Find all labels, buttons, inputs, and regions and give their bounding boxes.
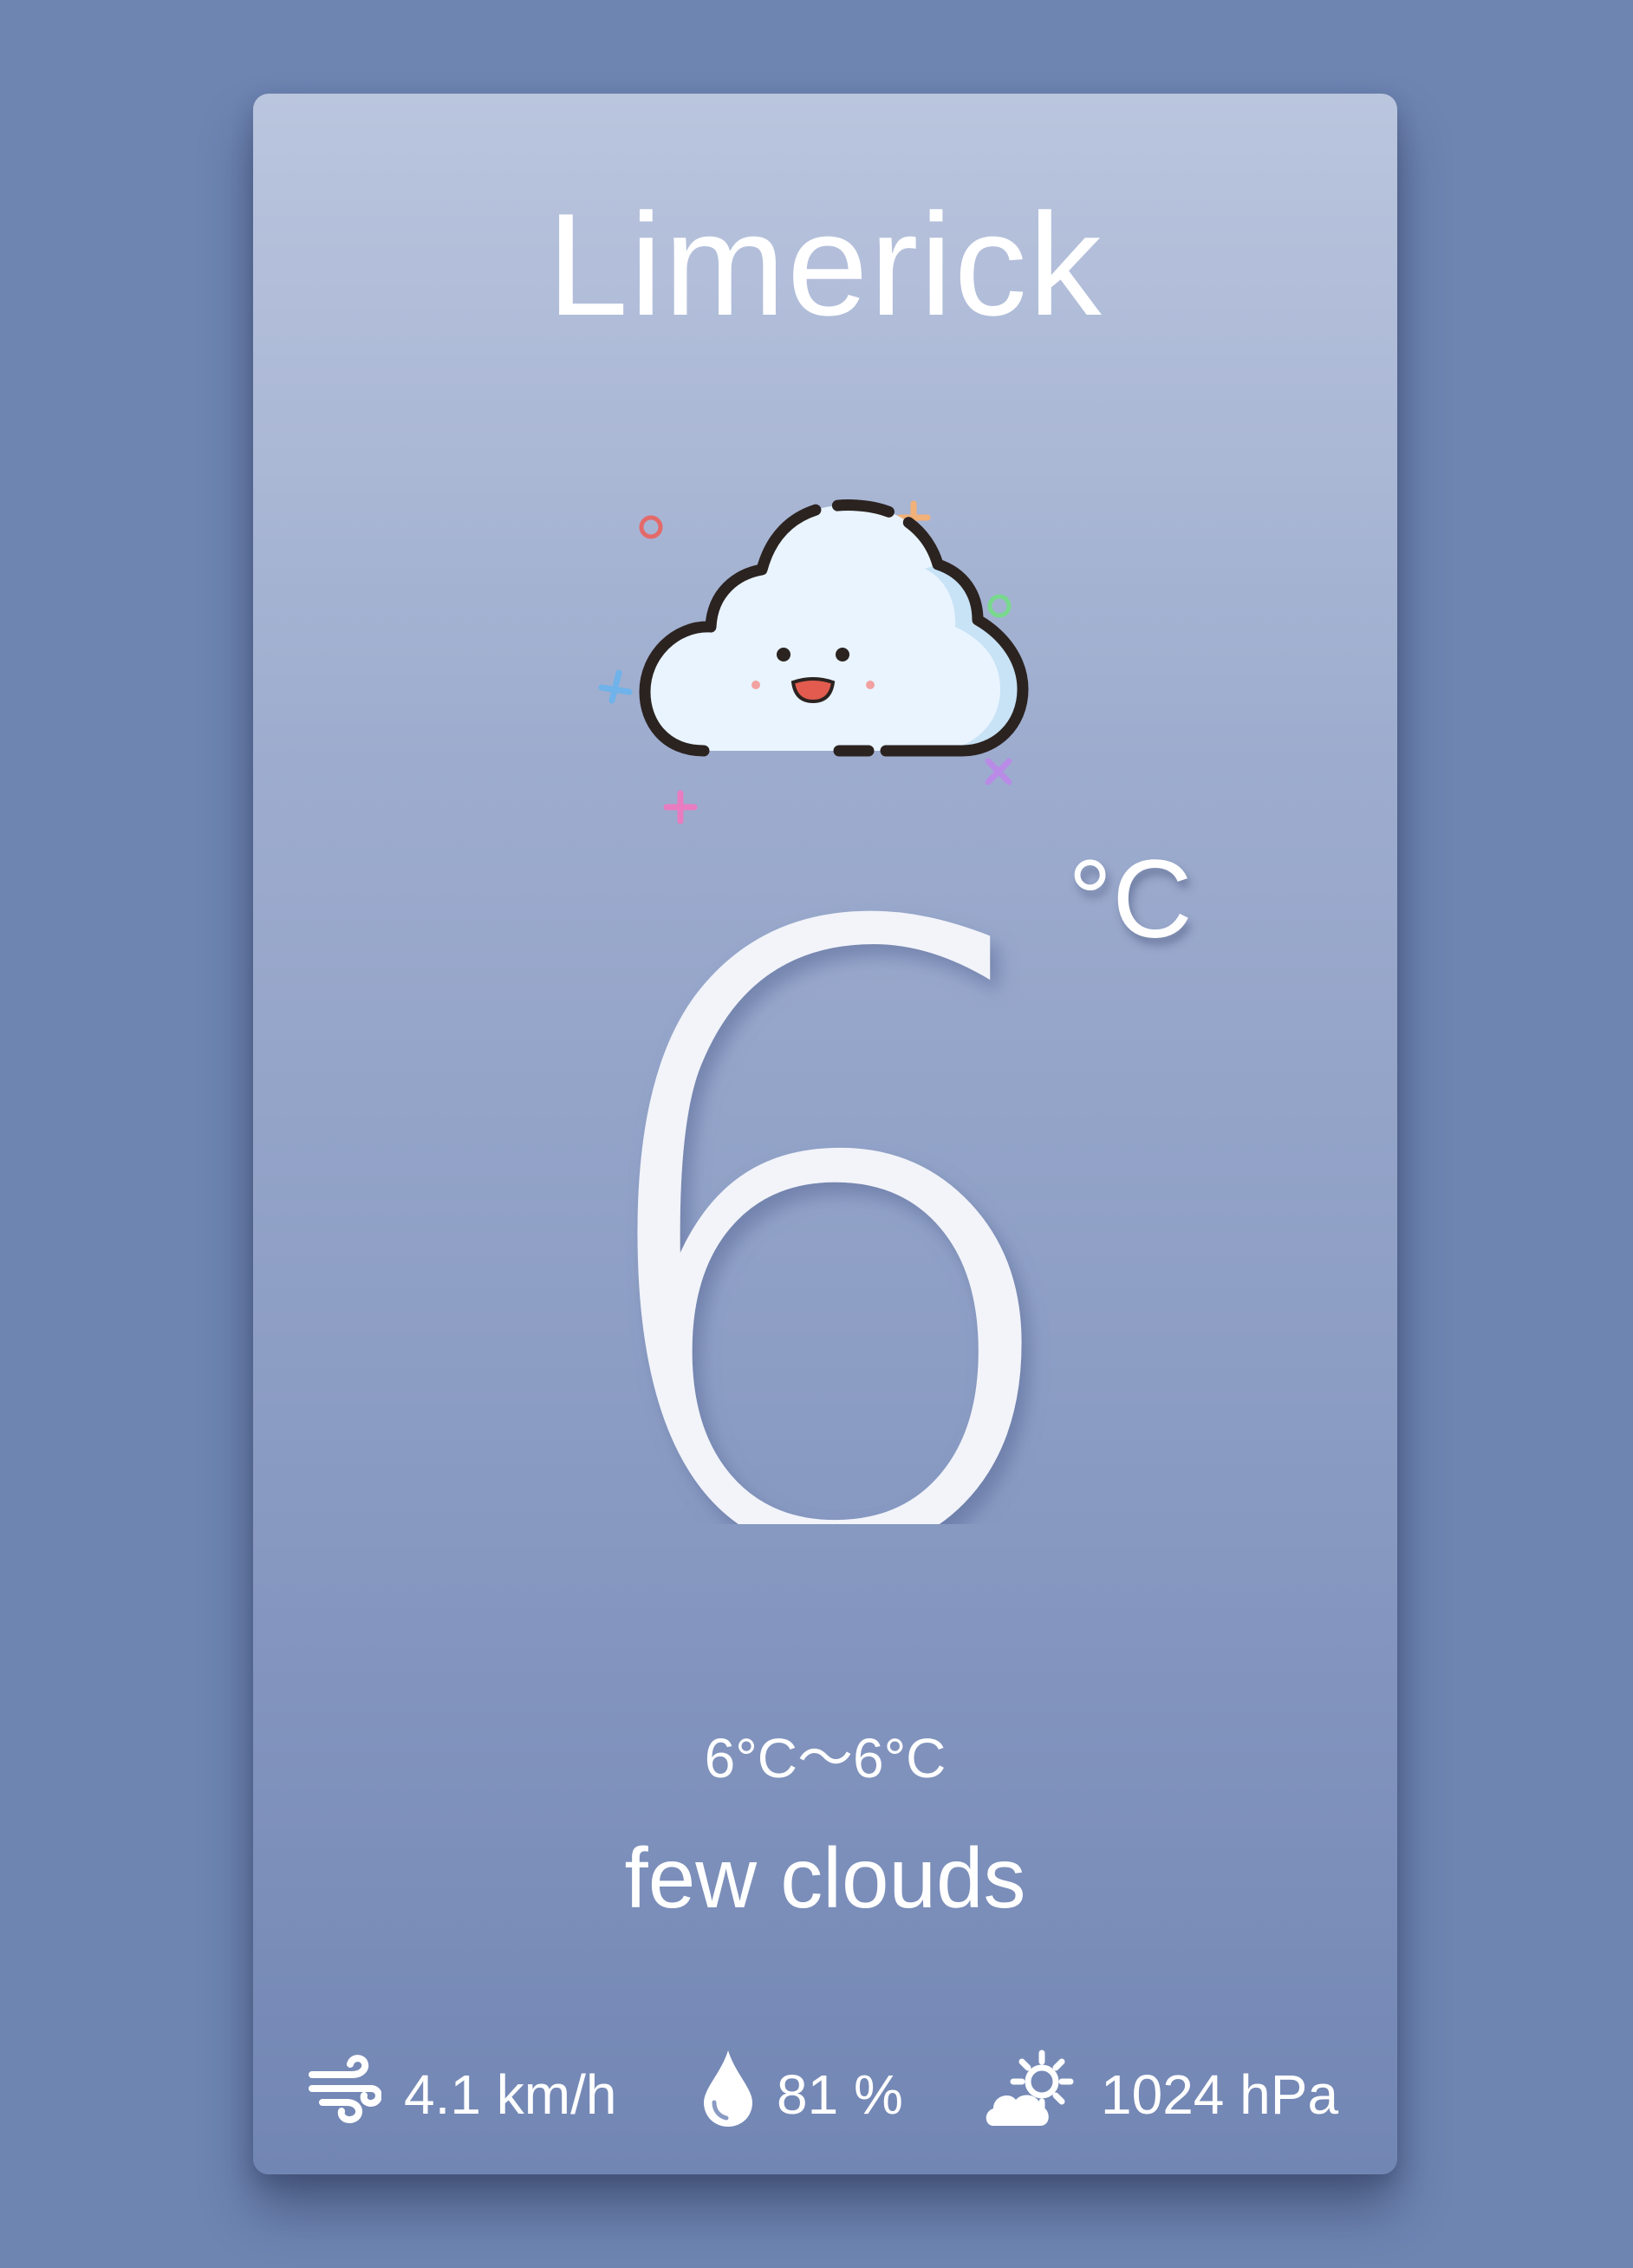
temperature-range: 6°C～6°C	[704, 1727, 947, 1789]
water-drop-icon	[702, 2049, 754, 2141]
weather-stats: 4.1 km/h 81 % 1024 hPa	[253, 2050, 1397, 2136]
sun-cloud-icon	[983, 2050, 1078, 2141]
wind-stat: 4.1 km/h	[307, 2053, 616, 2136]
weather-card[interactable]: Limerick 6 °C 6°C～6°C few clouds 4.1 km/…	[253, 94, 1397, 2174]
temperature-unit: °C	[1068, 837, 1193, 961]
wind-speed: 4.1 km/h	[404, 2063, 617, 2126]
weather-description: few clouds	[624, 1830, 1026, 1926]
wind-icon	[307, 2054, 382, 2136]
pressure-value: 1024 hPa	[1101, 2063, 1339, 2126]
humidity-value: 81 %	[777, 2063, 903, 2126]
humidity-stat: 81 %	[702, 2050, 903, 2136]
temperature-value: 6	[253, 779, 1397, 1524]
pressure-stat: 1024 hPa	[983, 2050, 1339, 2136]
city-name: Limerick	[547, 183, 1103, 346]
temperature-number: 6	[555, 779, 1096, 1524]
cloud-face-icon	[582, 393, 1068, 844]
